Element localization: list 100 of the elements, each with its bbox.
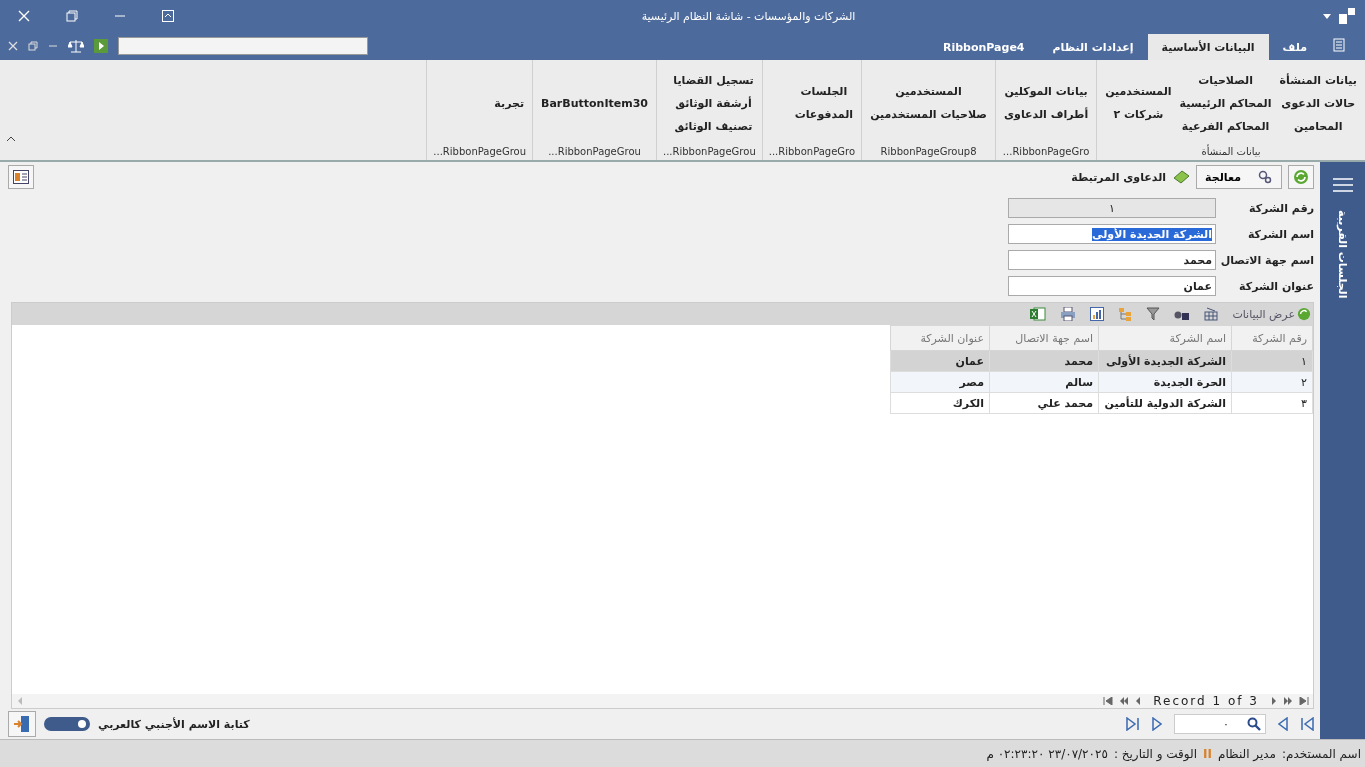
- filter-icon[interactable]: [1146, 307, 1161, 321]
- next-record-icon[interactable]: [1271, 697, 1277, 705]
- ribbon-button[interactable]: تجربة: [492, 94, 527, 112]
- next-icon[interactable]: [1152, 717, 1162, 731]
- table-row[interactable]: ١ الشركة الجديدة الأولى محمد عمان: [890, 350, 1313, 372]
- previous-page-icon[interactable]: [1119, 697, 1130, 705]
- ribbon-tab[interactable]: إعدادات النظام: [1038, 34, 1148, 60]
- app-icon[interactable]: [1339, 8, 1355, 24]
- table-cell: محمد علي: [989, 392, 1099, 414]
- table-row[interactable]: ٣ الشركة الدولية للتأمين محمد علي الكرك: [890, 392, 1313, 414]
- ribbon-button[interactable]: الجلسات: [798, 83, 850, 100]
- record-label: Record 1 of 3: [1152, 694, 1260, 708]
- ribbon-options-icon[interactable]: [162, 10, 174, 22]
- table-cell: محمد: [989, 350, 1099, 372]
- ribbon-button[interactable]: المحامين: [1292, 117, 1345, 135]
- input-field[interactable]: الشركة الجديدة الأولى: [1008, 224, 1216, 244]
- ribbon-button[interactable]: المستخدمين: [893, 83, 964, 100]
- related-cases-label[interactable]: الدعاوى المرتبطة: [1071, 170, 1167, 184]
- status-text: ٢٣/٠٧/٢٠٢٥ ٠٢:٢٣:٢٠ م: [986, 746, 1108, 761]
- next-page-icon[interactable]: [1283, 697, 1293, 705]
- last-record-icon[interactable]: [1299, 697, 1309, 705]
- ribbon-button[interactable]: المحاكم الرئيسية: [1177, 94, 1274, 112]
- ribbon-button[interactable]: تصنيف الوثائق: [672, 117, 755, 135]
- close-icon[interactable]: [8, 41, 18, 51]
- refresh-button[interactable]: [1288, 165, 1314, 189]
- go-icon[interactable]: [94, 39, 108, 53]
- ribbon-button[interactable]: أرشفة الوثائق: [673, 94, 754, 112]
- ribbon-button[interactable]: المحاكم الفرعية: [1179, 117, 1272, 135]
- column-header[interactable]: عنوان الشركة: [890, 325, 990, 351]
- field-label: اسم الشركة: [1246, 227, 1314, 241]
- group-caption: RibbonPageGro...: [1002, 146, 1091, 159]
- input-field[interactable]: محمد: [1008, 250, 1216, 270]
- window-title: الشركات والمؤسسات - شاشة النظام الرئيسية: [640, 9, 857, 23]
- ribbon-button[interactable]: الصلاحيات: [1196, 71, 1255, 89]
- field-label: عنوان الشركة: [1238, 279, 1314, 293]
- group-caption: RibbonPageGrou...: [663, 146, 756, 159]
- ribbon-button[interactable]: حالات الدعوى: [1279, 94, 1358, 112]
- table-cell: ١: [1231, 350, 1313, 372]
- ribbon-tab[interactable]: البيانات الأساسية: [1147, 34, 1269, 60]
- search-field[interactable]: [118, 37, 368, 55]
- group-caption: RibbonPageGrou...: [547, 146, 642, 159]
- printer-icon[interactable]: [1060, 307, 1077, 321]
- first-record-icon[interactable]: [1103, 697, 1114, 705]
- menu-icon[interactable]: [1331, 38, 1347, 52]
- caret-icon[interactable]: [1323, 13, 1331, 19]
- exit-button[interactable]: [8, 711, 36, 737]
- table-cell: مصر: [890, 371, 990, 393]
- scales-icon[interactable]: [68, 39, 84, 53]
- previous-icon[interactable]: [1278, 717, 1288, 731]
- ribbon-button[interactable]: BarButtonItem30: [539, 94, 650, 112]
- collapse-icon[interactable]: [6, 136, 16, 142]
- menu-icon[interactable]: [1332, 178, 1353, 192]
- ribbon-button[interactable]: المدفوعات: [792, 106, 856, 123]
- table-cell: الشركة الدولية للتأمين: [1098, 392, 1232, 414]
- previous-record-icon[interactable]: [1135, 697, 1142, 705]
- ribbon-button[interactable]: صلاحيات المستخدمين: [868, 106, 989, 123]
- refresh-icon: [1297, 307, 1311, 321]
- table-cell: الشركة الجديدة الأولى: [1098, 350, 1232, 372]
- side-panel-title[interactable]: الجلسات القريبة: [1336, 210, 1349, 299]
- show-data-button[interactable]: عرض البيانات: [1232, 307, 1311, 321]
- column-header[interactable]: رقم الشركة: [1231, 325, 1313, 351]
- ribbon-tab[interactable]: RibbonPage4: [928, 34, 1039, 60]
- ribbon-button[interactable]: المستخدمين: [1103, 83, 1174, 100]
- table-cell: الحرة الجديدة: [1098, 371, 1232, 393]
- group-caption: RibbonPageGro...: [768, 146, 856, 159]
- restore-icon[interactable]: [66, 10, 78, 22]
- field-value: عمان: [1183, 279, 1212, 293]
- column-header[interactable]: اسم الشركة: [1098, 325, 1232, 351]
- first-icon[interactable]: [1300, 717, 1314, 731]
- ribbon-button[interactable]: أطراف الدعاوى: [1002, 106, 1091, 123]
- selected-text: الشركة الجديدة الأولى: [1092, 227, 1212, 241]
- group-caption: RibbonPageGrou...: [433, 146, 527, 159]
- excel-icon[interactable]: [1030, 307, 1047, 321]
- search-field[interactable]: ٠: [1174, 714, 1266, 734]
- report-icon: [13, 170, 29, 184]
- ribbon-tab[interactable]: ملف: [1268, 34, 1321, 60]
- input-field[interactable]: عمان: [1008, 276, 1216, 296]
- restore-icon[interactable]: [28, 41, 38, 51]
- ribbon-button[interactable]: بيانات الموكلين: [1002, 83, 1090, 100]
- table-cell: الكرك: [890, 392, 990, 414]
- process-button[interactable]: معالجة: [1196, 165, 1282, 189]
- toggle-switch[interactable]: [44, 717, 90, 731]
- table-settings-icon[interactable]: [1204, 307, 1219, 321]
- column-header[interactable]: اسم جهة الاتصال: [989, 325, 1099, 351]
- ribbon-button[interactable]: شركات ٢: [1111, 106, 1166, 123]
- status-text: الوقت و التاريخ :: [1113, 746, 1198, 761]
- field-label: رقم الشركة: [1248, 201, 1314, 215]
- field-value: محمد: [1183, 253, 1212, 267]
- last-icon[interactable]: [1126, 717, 1140, 731]
- ribbon-button[interactable]: بيانات المنشأة: [1277, 71, 1359, 89]
- table-cell: عمان: [890, 350, 990, 372]
- bar-chart-icon[interactable]: [1090, 307, 1105, 321]
- exit-door-icon: [13, 715, 31, 733]
- refresh-icon: [1293, 169, 1309, 185]
- ribbon-button[interactable]: تسجيل القضايا: [671, 71, 756, 89]
- report-button[interactable]: [8, 165, 34, 189]
- group-caption: RibbonPageGroup8: [879, 146, 978, 159]
- toggle-label: كتابة الاسم الأجنبي كالعربي: [98, 717, 250, 731]
- table-row[interactable]: ٢ الحرة الجديدة سالم مصر: [890, 371, 1313, 393]
- table-cell: سالم: [989, 371, 1099, 393]
